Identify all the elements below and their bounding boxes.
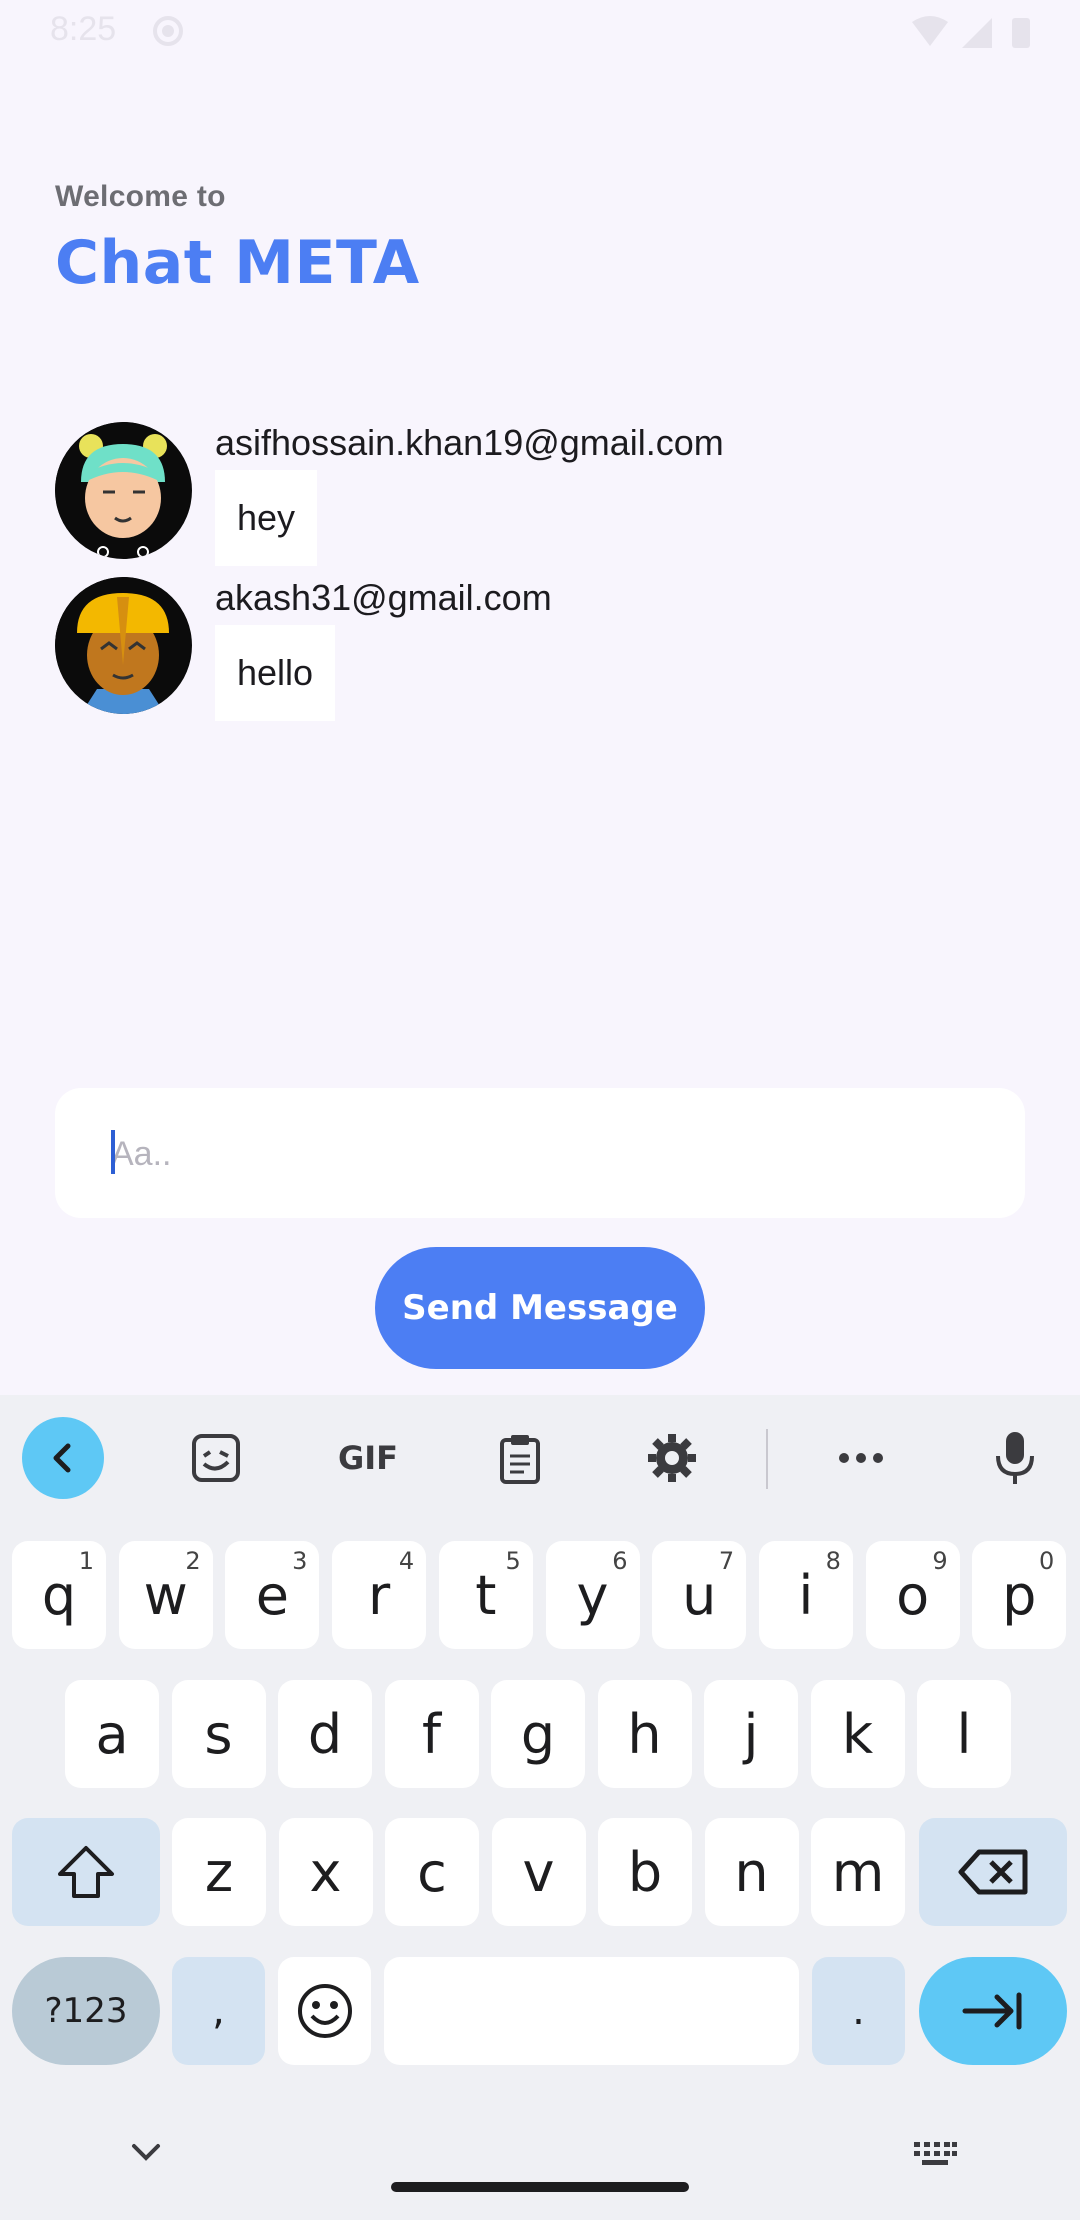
key-e[interactable]: e3: [225, 1541, 320, 1649]
key-y[interactable]: y6: [545, 1541, 640, 1649]
key-r[interactable]: r4: [332, 1541, 427, 1649]
avatar: [55, 422, 192, 559]
toolbar-divider: [766, 1429, 768, 1489]
key-k[interactable]: k: [810, 1680, 905, 1788]
key-hint: 8: [825, 1547, 841, 1575]
key-hint: 9: [932, 1547, 948, 1575]
app-title: Chat META: [55, 228, 420, 298]
send-message-button[interactable]: Send Message: [375, 1247, 705, 1369]
key-q[interactable]: q1: [12, 1541, 106, 1649]
gif-icon[interactable]: GIF: [326, 1417, 410, 1499]
key-label: u: [682, 1563, 717, 1627]
key-label: r: [367, 1563, 391, 1627]
message-input[interactable]: [109, 1088, 993, 1220]
comma-key[interactable]: ,: [172, 1957, 265, 2065]
key-label: y: [576, 1563, 609, 1627]
soft-keyboard: GIF q1w2e3r4t5y6u7i8o9p0 asdfghjkl zxcvb…: [0, 1395, 1080, 2220]
key-hint: 4: [398, 1547, 415, 1575]
key-x[interactable]: x: [278, 1818, 373, 1926]
key-hint: 6: [612, 1547, 628, 1575]
key-n[interactable]: n: [704, 1818, 799, 1926]
sender-email: akash31@gmail.com: [215, 577, 552, 618]
key-label: q: [41, 1563, 77, 1627]
key-d[interactable]: d: [278, 1680, 372, 1788]
period-key[interactable]: .: [812, 1957, 905, 2065]
backspace-key[interactable]: [919, 1818, 1067, 1926]
key-p[interactable]: p0: [972, 1541, 1067, 1649]
message-bubble: hey: [215, 470, 318, 566]
settings-icon[interactable]: [631, 1417, 713, 1499]
status-icons: [912, 16, 1030, 48]
avatar: [55, 577, 192, 714]
key-z[interactable]: z: [172, 1818, 266, 1926]
key-w[interactable]: w2: [118, 1541, 213, 1649]
key-a[interactable]: a: [65, 1680, 159, 1788]
message-bubble: hello: [215, 625, 336, 721]
message-item: akash31@gmail.com hello: [55, 577, 1055, 727]
key-f[interactable]: f: [384, 1680, 479, 1788]
status-bar: 8:25: [0, 0, 1080, 66]
welcome-label: Welcome to: [55, 180, 226, 213]
key-hint: 5: [505, 1547, 521, 1575]
gif-label: GIF: [337, 1439, 399, 1477]
key-i[interactable]: i8: [758, 1541, 853, 1649]
key-label: t: [475, 1563, 497, 1627]
key-v[interactable]: v: [491, 1818, 586, 1926]
key-m[interactable]: m: [811, 1818, 905, 1926]
key-hint: 2: [185, 1547, 201, 1575]
key-hint: 0: [1039, 1547, 1055, 1575]
wifi-icon: [912, 16, 948, 46]
key-c[interactable]: c: [385, 1818, 479, 1926]
key-h[interactable]: h: [597, 1680, 692, 1788]
clipboard-icon[interactable]: [479, 1417, 561, 1499]
text-caret: [111, 1130, 115, 1174]
key-label: e: [255, 1563, 289, 1627]
space-key[interactable]: [384, 1957, 799, 2065]
key-j[interactable]: j: [704, 1680, 798, 1788]
key-u[interactable]: u7: [652, 1541, 747, 1649]
symbols-key[interactable]: ?123: [12, 1957, 160, 2065]
enter-key[interactable]: [919, 1957, 1067, 2065]
key-hint: 7: [718, 1547, 735, 1575]
key-b[interactable]: b: [598, 1818, 692, 1926]
keyboard-toolbar: GIF: [0, 1395, 1080, 1515]
keyboard-switch-icon[interactable]: [912, 2138, 958, 2168]
key-s[interactable]: s: [171, 1680, 266, 1788]
key-label: w: [143, 1563, 188, 1627]
key-label: o: [896, 1563, 930, 1627]
key-hint: 3: [292, 1547, 308, 1575]
emoji-key[interactable]: [278, 1957, 371, 2065]
home-indicator[interactable]: [391, 2182, 689, 2192]
status-time: 8:25: [50, 10, 117, 48]
key-l[interactable]: l: [917, 1680, 1011, 1788]
shift-key[interactable]: [12, 1818, 160, 1926]
hide-keyboard-icon[interactable]: [128, 2138, 164, 2168]
more-icon[interactable]: [820, 1417, 902, 1499]
key-hint: 1: [78, 1547, 94, 1575]
mic-icon[interactable]: [974, 1417, 1056, 1499]
back-icon[interactable]: [22, 1417, 104, 1499]
message-composer[interactable]: [55, 1088, 1025, 1220]
key-label: i: [798, 1563, 814, 1627]
key-label: p: [1002, 1563, 1037, 1627]
notification-icon: [153, 16, 183, 46]
key-t[interactable]: t5: [438, 1541, 533, 1649]
message-item: asifhossain.khan19@gmail.com hey: [55, 422, 1055, 572]
signal-icon: [962, 18, 992, 48]
key-g[interactable]: g: [491, 1680, 585, 1788]
sender-email: asifhossain.khan19@gmail.com: [215, 422, 724, 463]
sticker-icon[interactable]: [175, 1417, 257, 1499]
key-o[interactable]: o9: [865, 1541, 960, 1649]
battery-icon: [1012, 18, 1030, 48]
